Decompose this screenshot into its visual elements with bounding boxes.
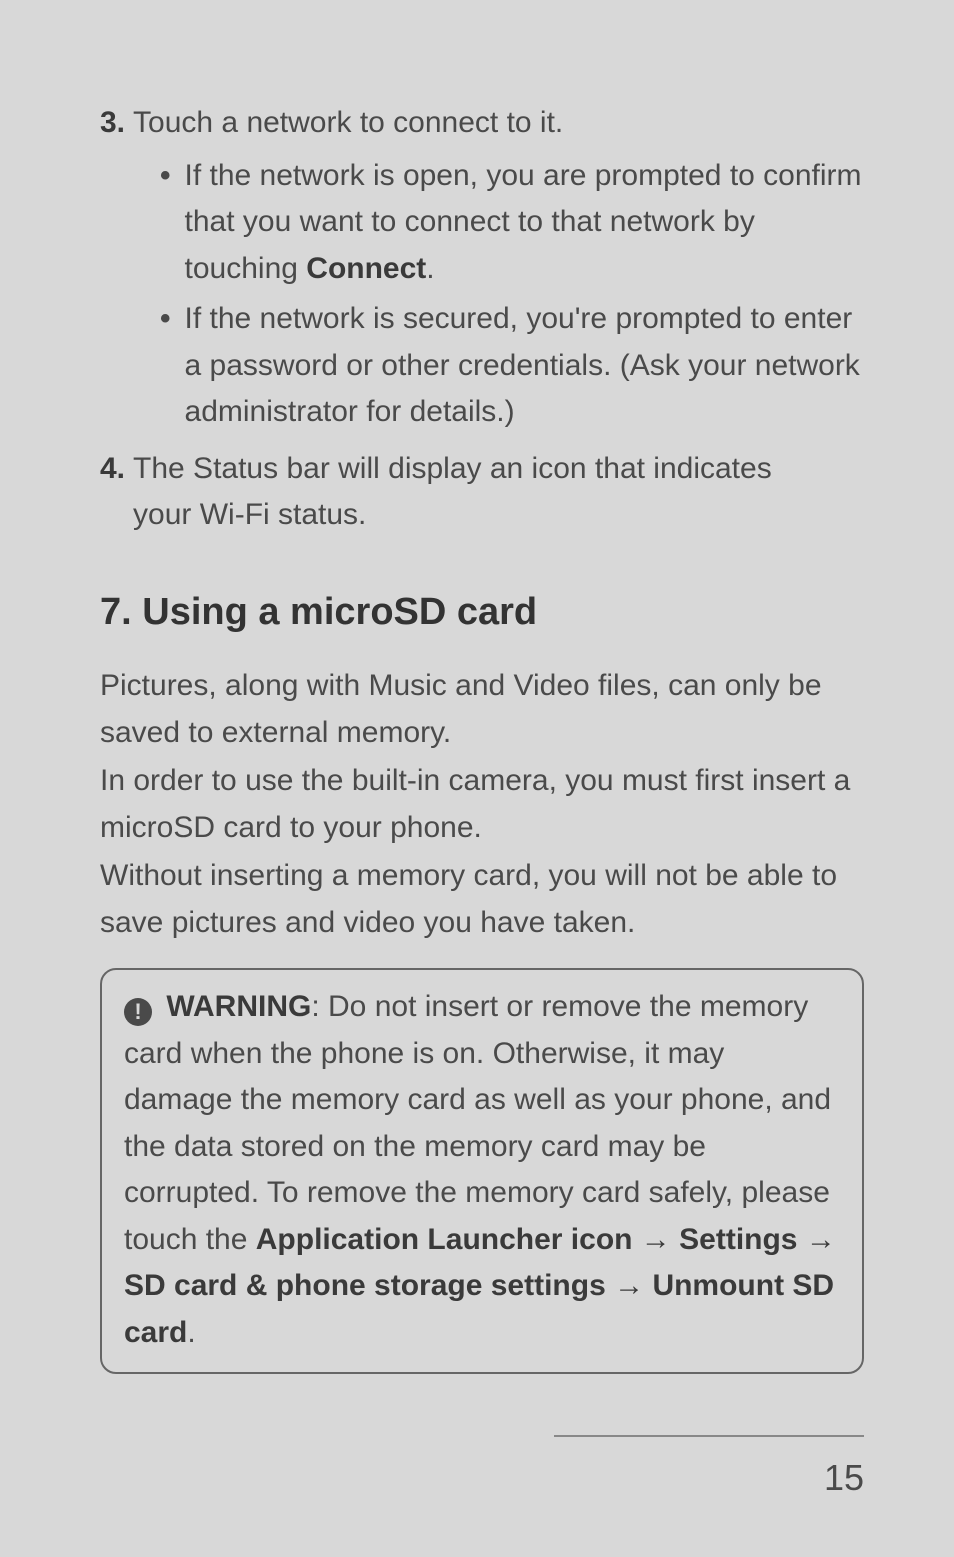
warning-label: WARNING xyxy=(166,990,311,1023)
text-segment: . xyxy=(426,252,434,285)
bullet-marker: • xyxy=(160,153,171,293)
section-heading: 7. Using a microSD card xyxy=(100,583,864,642)
footer-rule xyxy=(554,1435,864,1437)
bullet-item: • If the network is secured, you're prom… xyxy=(160,296,864,436)
bullet-marker: • xyxy=(160,296,171,436)
warning-box: ! WARNING: Do not insert or remove the m… xyxy=(100,968,864,1374)
text-segment: . xyxy=(187,1316,195,1349)
text-line: The Status bar will display an icon that… xyxy=(133,452,772,485)
page-number: 15 xyxy=(824,1457,864,1499)
arrow: → xyxy=(632,1223,679,1256)
path-segment: SD card & phone storage settings xyxy=(124,1269,606,1302)
list-text: Touch a network to connect to it. xyxy=(133,100,864,147)
text-segment: If the network is open, you are prompted… xyxy=(185,159,862,285)
list-number: 3. xyxy=(100,100,125,147)
page-content: 3. Touch a network to connect to it. • I… xyxy=(100,100,864,1374)
warning-body: : Do not insert or remove the memory car… xyxy=(124,990,831,1256)
paragraph: Without inserting a memory card, you wil… xyxy=(100,853,864,946)
bold-text: Connect xyxy=(306,252,426,285)
ordered-item-4: 4. The Status bar will display an icon t… xyxy=(100,446,864,539)
bullet-text: If the network is open, you are prompted… xyxy=(185,153,864,293)
bullet-list: • If the network is open, you are prompt… xyxy=(160,153,864,436)
ordered-item-3: 3. Touch a network to connect to it. xyxy=(100,100,864,147)
icon-glyph: ! xyxy=(134,995,141,1029)
list-text: The Status bar will display an icon that… xyxy=(133,446,864,539)
arrow: → xyxy=(606,1269,653,1302)
arrow: → xyxy=(798,1223,836,1256)
paragraph: Pictures, along with Music and Video fil… xyxy=(100,663,864,756)
warning-icon: ! xyxy=(124,998,152,1026)
list-number: 4. xyxy=(100,446,125,539)
text-line: your Wi-Fi status. xyxy=(133,498,366,531)
path-segment: Settings xyxy=(679,1223,797,1256)
paragraph: In order to use the built-in camera, you… xyxy=(100,758,864,851)
bullet-item: • If the network is open, you are prompt… xyxy=(160,153,864,293)
text-segment: If the network is secured, you're prompt… xyxy=(185,302,860,428)
bullet-text: If the network is secured, you're prompt… xyxy=(185,296,864,436)
path-segment: Application Launcher icon xyxy=(256,1223,633,1256)
